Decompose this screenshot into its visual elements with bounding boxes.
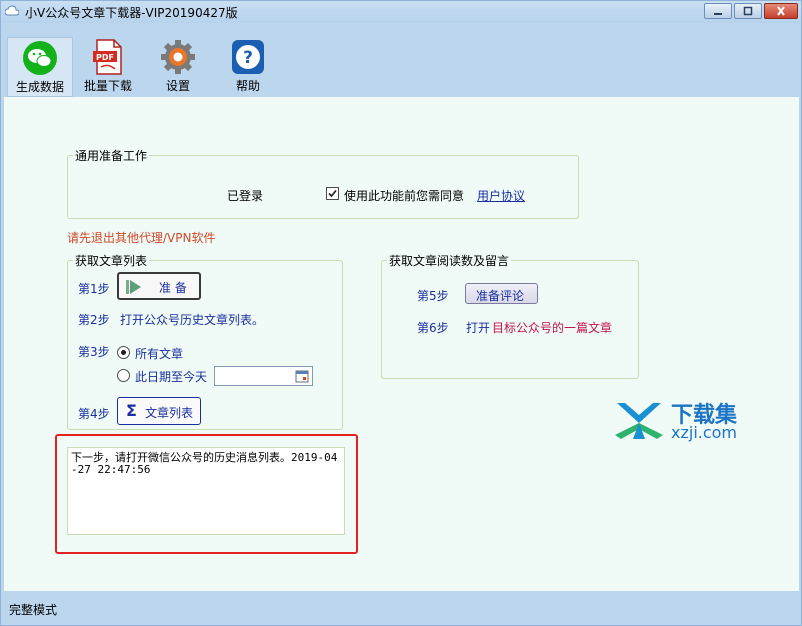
agreement-link[interactable]: 用户协议: [477, 187, 525, 204]
step6-label: 第6步: [417, 321, 449, 335]
watermark: 下载集 xzji.com: [613, 397, 753, 442]
close-icon: [777, 6, 785, 16]
check-icon: [328, 189, 337, 198]
agree-checkbox[interactable]: [326, 187, 339, 200]
prepare-button[interactable]: 准 备: [117, 272, 201, 300]
svg-text:?: ?: [243, 48, 253, 68]
prepare-button-label: 准 备: [159, 281, 187, 295]
gear-icon: [161, 40, 195, 74]
step3-label: 第3步: [78, 345, 110, 359]
step1-label: 第1步: [78, 282, 110, 296]
step5-label: 第5步: [417, 289, 449, 303]
minimize-button[interactable]: [704, 3, 732, 19]
tool-generate-data[interactable]: 生成数据: [7, 37, 73, 97]
tool-label: 帮助: [235, 79, 260, 93]
option-all-label: 所有文章: [135, 347, 184, 361]
svg-text:PDF: PDF: [96, 53, 114, 62]
radio-date-range[interactable]: [117, 369, 130, 382]
step6-target: 目标公众号的一篇文章: [492, 321, 613, 335]
tool-label: 批量下载: [83, 79, 132, 93]
minimize-icon: [714, 13, 722, 15]
login-status: 已登录: [227, 189, 264, 203]
watermark-logo-icon: [615, 403, 663, 439]
prepare-comment-label: 准备评论: [476, 289, 525, 303]
close-button[interactable]: [764, 3, 798, 19]
maximize-button[interactable]: [734, 3, 762, 19]
maximize-icon: [743, 6, 753, 16]
app-window: 小V公众号文章下载器-VIP20190427版 生成数据 PDF 批量下载 设置…: [0, 0, 802, 626]
prepare-comment-button[interactable]: 准备评论: [465, 283, 538, 304]
status-bar: 完整模式: [1, 591, 801, 625]
tool-label: 生成数据: [15, 80, 64, 94]
radio-all-articles[interactable]: [117, 346, 130, 359]
tool-help[interactable]: ? 帮助: [215, 37, 281, 97]
tool-settings[interactable]: 设置: [145, 37, 211, 97]
option-date-label: 此日期至今天: [135, 370, 208, 384]
date-picker[interactable]: [214, 366, 313, 386]
step6-prefix: 打开: [466, 321, 491, 335]
highlight-box: [55, 434, 358, 554]
proxy-warning: 请先退出其他代理/VPN软件: [67, 231, 216, 245]
group-legend: 获取文章阅读数及留言: [387, 252, 512, 269]
article-list-button[interactable]: Σ 文章列表: [117, 397, 201, 425]
calendar-icon[interactable]: [295, 369, 309, 383]
status-text: 完整模式: [9, 603, 58, 617]
pdf-icon: PDF: [93, 39, 122, 75]
step2-label: 第2步: [78, 313, 110, 327]
article-list-button-label: 文章列表: [145, 406, 194, 420]
tool-label: 设置: [165, 79, 190, 93]
wechat-icon: [23, 41, 57, 75]
group-legend: 通用准备工作: [73, 147, 150, 164]
step4-label: 第4步: [78, 407, 110, 421]
group-legend: 获取文章列表: [73, 252, 150, 269]
step2-text: 打开公众号历史文章列表。: [120, 313, 265, 327]
toolbar: 生成数据 PDF 批量下载 设置 ? 帮助: [1, 23, 801, 97]
play-icon: [126, 280, 141, 294]
watermark-sub: xzji.com: [671, 423, 738, 442]
window-title: 小V公众号文章下载器-VIP20190427版: [25, 6, 238, 20]
tool-batch-download[interactable]: PDF 批量下载: [75, 37, 141, 97]
cloud-icon: [5, 5, 19, 16]
help-icon: ?: [232, 40, 264, 74]
title-bar[interactable]: 小V公众号文章下载器-VIP20190427版: [1, 1, 801, 23]
sigma-icon: Σ: [126, 401, 137, 420]
agree-label: 使用此功能前您需同意: [344, 189, 465, 203]
